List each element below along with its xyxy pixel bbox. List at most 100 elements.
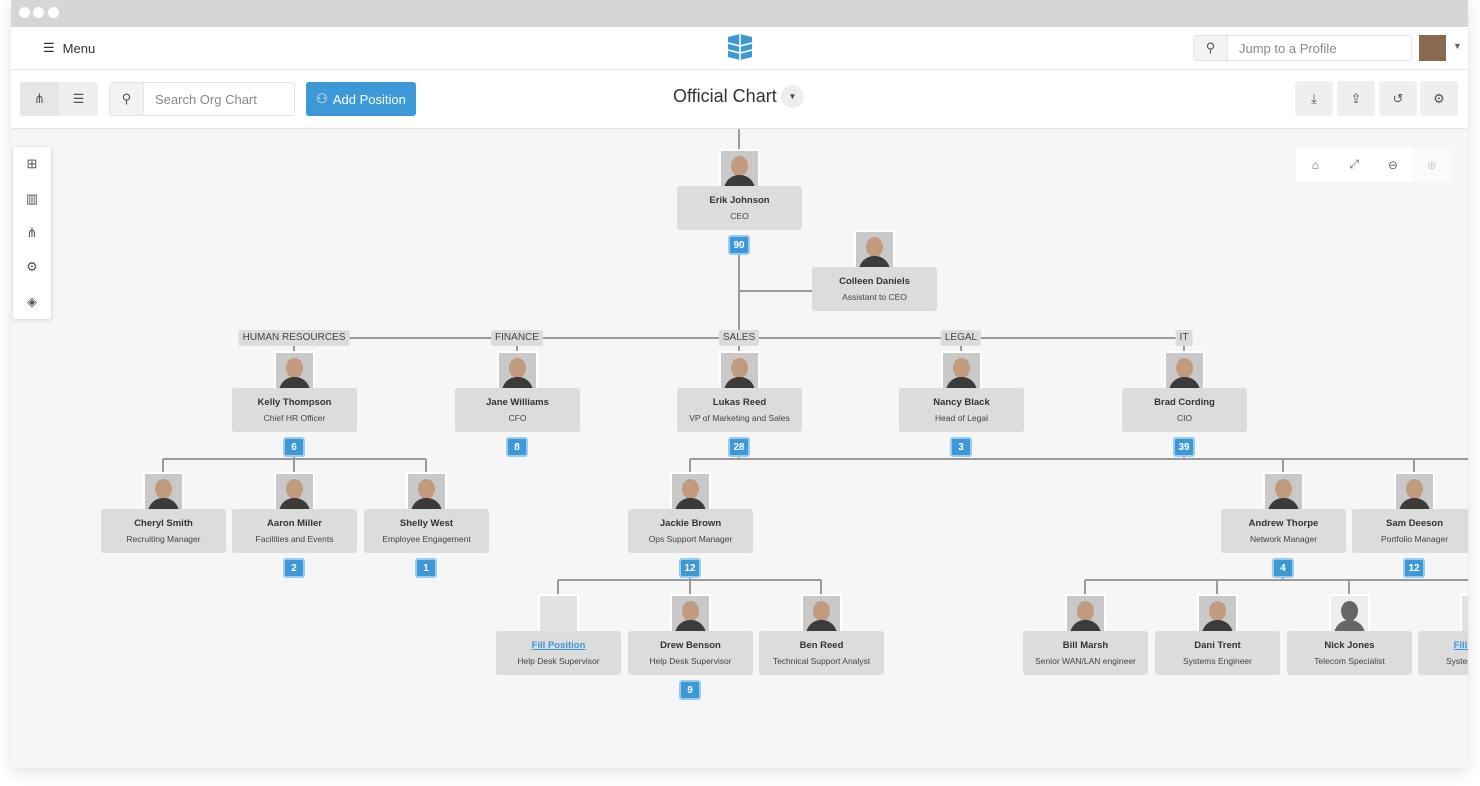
job-title: Telecom Specialist bbox=[1314, 656, 1385, 666]
profile-photo[interactable] bbox=[670, 472, 711, 513]
chart-dropdown-button[interactable]: ▼ bbox=[781, 85, 804, 108]
profile-photo[interactable] bbox=[1263, 472, 1304, 513]
fill-position-link[interactable]: Fill Position bbox=[496, 640, 621, 651]
hierarchy-icon[interactable]: ⋔ bbox=[13, 216, 51, 250]
job-title: Senior WAN/LAN engineer bbox=[1035, 656, 1136, 666]
report-count-badge[interactable]: 28 bbox=[728, 437, 750, 457]
job-title: CFO bbox=[508, 413, 527, 423]
person-name: Brad Cording bbox=[1154, 397, 1215, 408]
zoom-in-icon[interactable]: ⊕ bbox=[1412, 147, 1451, 182]
node-card[interactable]: Cheryl Smith Recruiting Manager bbox=[101, 509, 226, 553]
job-title: Technical Support Analyst bbox=[772, 656, 871, 666]
history-icon: ↺ bbox=[1392, 90, 1404, 106]
report-count-badge[interactable]: 2 bbox=[283, 558, 305, 578]
node-card[interactable]: Fill Position Systems Engineer bbox=[1418, 631, 1468, 675]
report-count-badge[interactable]: 3 bbox=[950, 437, 972, 457]
person-name: Aaron Miller bbox=[267, 518, 322, 529]
node-card[interactable]: Colleen Daniels Assistant to CEO bbox=[812, 267, 937, 311]
profile-photo[interactable] bbox=[1197, 594, 1238, 635]
person-name: Nancy Black bbox=[933, 397, 990, 408]
person-name: Drew Benson bbox=[660, 640, 721, 651]
app-window: Erik Johnson CEO 90 Colleen Daniels Assista… bbox=[11, 0, 1468, 768]
jump-to-profile-input[interactable]: ⚲ Jump to a Profile bbox=[1193, 35, 1412, 61]
job-title: Ops Support Manager bbox=[648, 534, 733, 544]
profile-photo[interactable] bbox=[274, 472, 315, 513]
node-card[interactable]: Andrew Thorpe Network Manager bbox=[1221, 509, 1346, 553]
node-card[interactable]: Dani Trent Systems Engineer bbox=[1155, 631, 1280, 675]
person-name: Erik Johnson bbox=[709, 195, 770, 206]
report-count-badge[interactable]: 1 bbox=[415, 558, 437, 578]
profile-photo[interactable] bbox=[719, 149, 760, 190]
search-org-chart-input[interactable]: ⚲ Search Org Chart bbox=[109, 82, 295, 116]
expand-icon[interactable]: ⤢ bbox=[1335, 147, 1374, 182]
home-icon[interactable]: ⌂ bbox=[1296, 147, 1335, 182]
node-card[interactable]: Ben Reed Technical Support Analyst bbox=[759, 631, 884, 675]
report-count-badge[interactable]: 4 bbox=[1272, 558, 1294, 578]
profile-photo[interactable] bbox=[670, 594, 711, 635]
history-button[interactable]: ↺ bbox=[1379, 81, 1417, 116]
add-box-icon[interactable]: ⊞ bbox=[13, 147, 51, 181]
node-card[interactable]: Nick Jones Telecom Specialist bbox=[1287, 631, 1412, 675]
node-card[interactable]: Nancy Black Head of Legal bbox=[899, 388, 1024, 432]
person-name: Nick Jones bbox=[1324, 640, 1375, 651]
node-card[interactable]: Bill Marsh Senior WAN/LAN engineer bbox=[1023, 631, 1148, 675]
job-title: Employee Engagement bbox=[382, 534, 471, 544]
person-name: Andrew Thorpe bbox=[1248, 518, 1319, 529]
list-icon: ☰ bbox=[72, 91, 85, 106]
node-card[interactable]: Drew Benson Help Desk Supervisor bbox=[628, 631, 753, 675]
department-label: SALES bbox=[718, 330, 760, 346]
profile-photo[interactable] bbox=[274, 351, 315, 392]
report-count-badge[interactable]: 8 bbox=[506, 437, 528, 457]
user-avatar[interactable] bbox=[1419, 35, 1446, 61]
building-icon[interactable]: ▥ bbox=[13, 181, 51, 215]
profile-photo[interactable] bbox=[941, 351, 982, 392]
node-card[interactable]: Shelly West Employee Engagement bbox=[364, 509, 489, 553]
share-button[interactable]: ⇪ bbox=[1337, 81, 1375, 116]
report-count-badge[interactable]: 12 bbox=[679, 558, 701, 578]
node-card[interactable]: Jackie Brown Ops Support Manager bbox=[628, 509, 753, 553]
menu-button[interactable]: ☰ Menu bbox=[43, 40, 95, 56]
profile-photo[interactable] bbox=[143, 472, 184, 513]
node-card[interactable]: Brad Cording CIO bbox=[1122, 388, 1247, 432]
node-card[interactable]: Erik Johnson CEO bbox=[677, 186, 802, 230]
toolbar: ⋔ ☰ ⚲ Search Org Chart Official Chart ▼ ⤓… bbox=[11, 70, 1468, 129]
job-title: CIO bbox=[1176, 413, 1193, 423]
profile-photo[interactable] bbox=[1065, 594, 1106, 635]
zoom-out-icon[interactable]: ⊖ bbox=[1374, 147, 1413, 182]
profile-photo[interactable] bbox=[719, 351, 760, 392]
fill-position-link[interactable]: Fill Position bbox=[1418, 640, 1468, 651]
report-count-badge[interactable]: 39 bbox=[1173, 437, 1195, 457]
job-title: Head of Legal bbox=[935, 413, 988, 423]
profile-photo[interactable] bbox=[1394, 472, 1435, 513]
profile-photo[interactable] bbox=[538, 594, 579, 635]
report-count-badge[interactable]: 12 bbox=[1403, 558, 1425, 578]
profile-photo[interactable] bbox=[1164, 351, 1205, 392]
report-count-badge[interactable]: 90 bbox=[728, 235, 750, 255]
node-card[interactable]: Fill Position Help Desk Supervisor bbox=[496, 631, 621, 675]
add-position-button[interactable]: ⚇ Add Position bbox=[306, 82, 416, 116]
report-count-badge[interactable]: 6 bbox=[283, 437, 305, 457]
node-card[interactable]: Aaron Miller Facilities and Events bbox=[232, 509, 357, 553]
search-icon: ⚲ bbox=[110, 83, 144, 115]
profile-photo[interactable] bbox=[497, 351, 538, 392]
profile-photo[interactable] bbox=[1329, 594, 1370, 635]
download-button[interactable]: ⤓ bbox=[1295, 81, 1333, 116]
node-card[interactable]: Sam Deeson Portfolio Manager bbox=[1352, 509, 1468, 553]
person-name: Kelly Thompson bbox=[257, 397, 332, 408]
settings-button[interactable]: ⚙ bbox=[1420, 81, 1458, 116]
report-count-badge[interactable]: 9 bbox=[679, 680, 701, 700]
profile-photo[interactable] bbox=[406, 472, 447, 513]
list-view-button[interactable]: ☰ bbox=[59, 82, 98, 116]
profile-photo[interactable] bbox=[1460, 594, 1468, 635]
node-card[interactable]: Lukas Reed VP of Marketing and Sales bbox=[677, 388, 802, 432]
node-card[interactable]: Kelly Thompson Chief HR Officer bbox=[232, 388, 357, 432]
profile-photo[interactable] bbox=[801, 594, 842, 635]
tree-view-button[interactable]: ⋔ bbox=[20, 82, 59, 116]
gear-icon[interactable]: ⚙ bbox=[13, 250, 51, 284]
job-title: Systems Engineer bbox=[1183, 656, 1252, 666]
caret-down-icon[interactable]: ▼ bbox=[1453, 41, 1462, 51]
job-title: Chief HR Officer bbox=[263, 413, 326, 423]
paint-bucket-icon[interactable]: ◈ bbox=[13, 285, 51, 319]
profile-photo[interactable] bbox=[854, 230, 895, 271]
node-card[interactable]: Jane Williams CFO bbox=[455, 388, 580, 432]
